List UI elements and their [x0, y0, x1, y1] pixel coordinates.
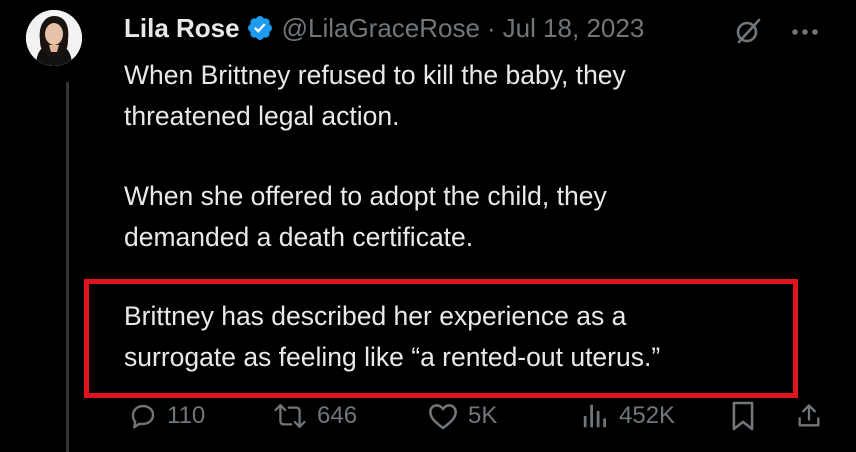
tweet-line: demanded a death certificate. — [124, 222, 474, 252]
grok-icon[interactable] — [733, 16, 763, 51]
reply-icon — [131, 404, 155, 429]
thread-line — [66, 82, 69, 452]
like-button[interactable]: 5K — [427, 398, 497, 434]
more-icon[interactable] — [790, 24, 820, 42]
repost-button[interactable]: 646 — [272, 398, 357, 434]
share-icon — [798, 404, 820, 427]
avatar-portrait — [26, 10, 82, 66]
author-name[interactable]: Lila Rose — [124, 13, 240, 44]
tweet-paragraph-2: When she offered to adopt the child, the… — [124, 176, 607, 258]
tweet-line: threatened legal action. — [124, 101, 400, 131]
tweet-line: When she offered to adopt the child, the… — [124, 181, 607, 211]
share-button[interactable] — [795, 398, 823, 434]
tweet-header: Lila Rose @LilaGraceRose · Jul 18, 2023 — [124, 10, 644, 46]
bookmark-icon — [732, 401, 754, 431]
tweet-paragraph-1: When Brittney refused to kill the baby, … — [124, 55, 626, 137]
reply-button[interactable]: 110 — [128, 398, 205, 434]
header-separator: · — [486, 12, 496, 43]
tweet-date[interactable]: Jul 18, 2023 — [503, 13, 645, 44]
highlight-box — [84, 279, 798, 398]
reply-count: 110 — [167, 402, 206, 429]
like-icon — [429, 404, 457, 430]
avatar[interactable] — [26, 10, 82, 66]
views-icon — [583, 404, 606, 428]
tweet-line: When Brittney refused to kill the baby, … — [124, 60, 626, 90]
author-handle[interactable]: @LilaGraceRose — [282, 13, 480, 44]
views-button[interactable]: 452K — [580, 398, 675, 434]
repost-count: 646 — [317, 402, 358, 429]
views-count: 452K — [619, 402, 676, 429]
bookmark-button[interactable] — [730, 398, 756, 434]
like-count: 5K — [468, 402, 498, 429]
repost-icon — [274, 404, 306, 428]
tweet-actions: 110 646 5K 452K — [0, 398, 856, 434]
verified-badge-icon[interactable] — [246, 14, 274, 42]
